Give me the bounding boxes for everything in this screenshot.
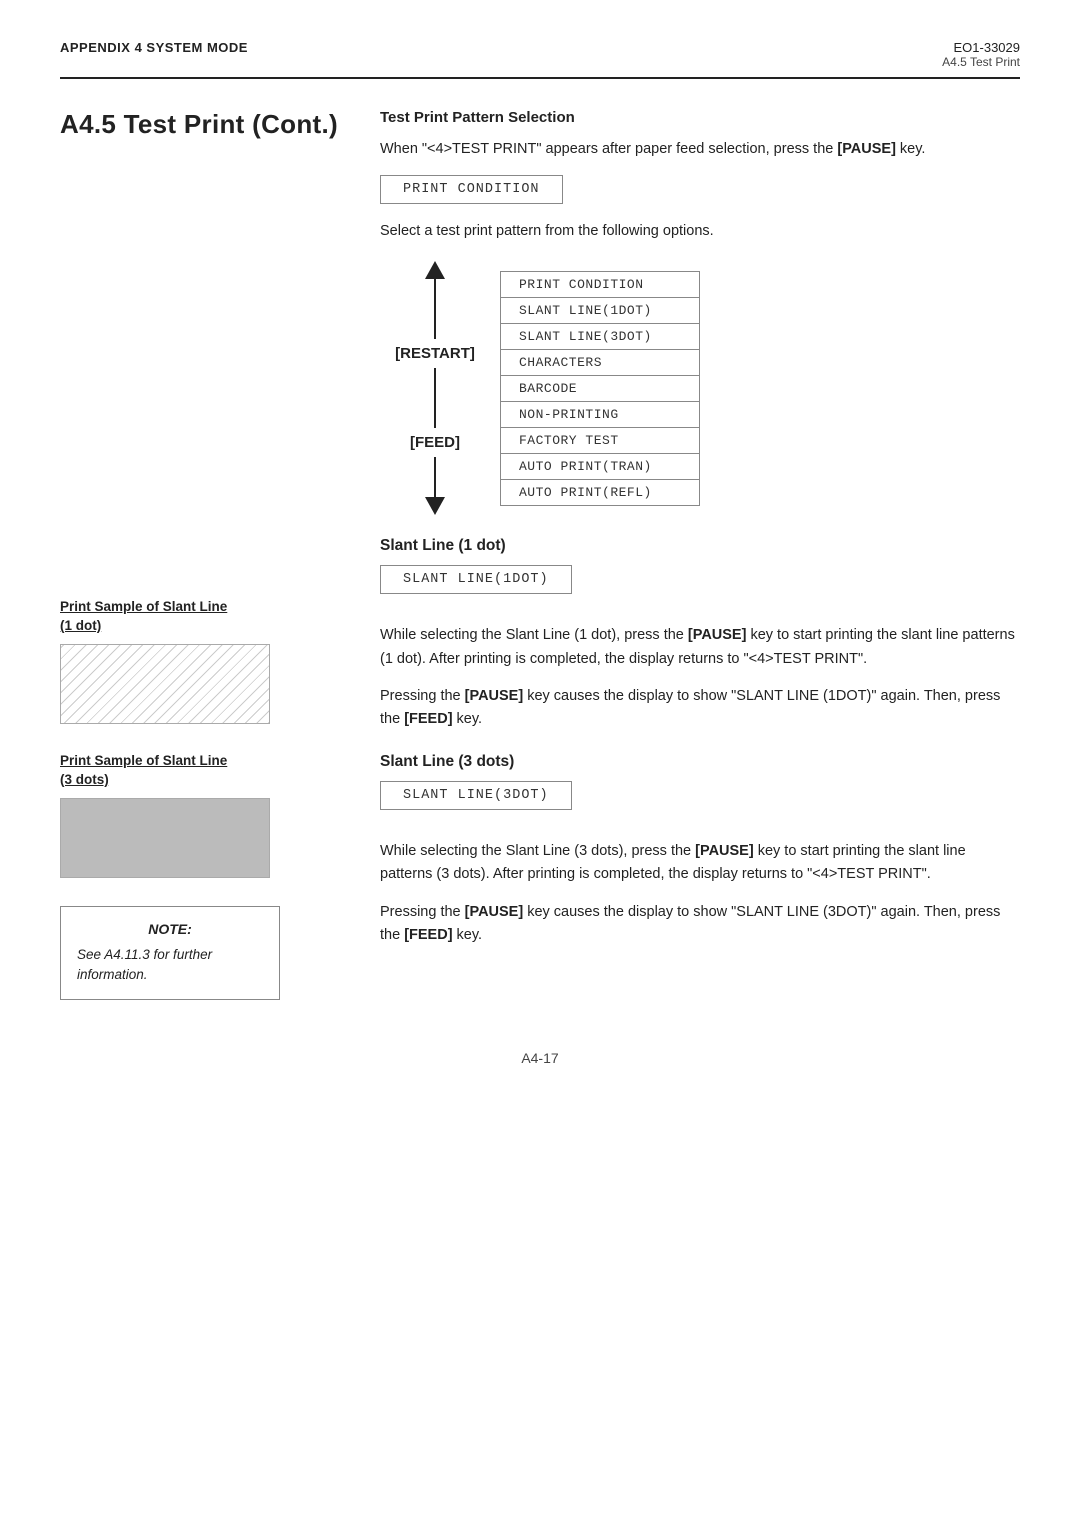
note-box: NOTE: See A4.11.3 for further informatio…: [60, 906, 280, 1001]
slant1-para2: Pressing the [PAUSE] key causes the disp…: [380, 685, 1020, 731]
left-section-1dot: Print Sample of Slant Line (1 dot): [60, 598, 350, 724]
left-column: A4.5 Test Print (Cont.) Print Sample of …: [60, 109, 370, 1000]
nav-line-bottom2: [434, 457, 436, 497]
slant3-para2: Pressing the [PAUSE] key causes the disp…: [380, 901, 1020, 947]
menu-item-8: AUTO PRINT(REFL): [500, 479, 700, 506]
slant3-para1: While selecting the Slant Line (3 dots),…: [380, 840, 1020, 886]
intro-paragraph: When "<4>TEST PRINT" appears after paper…: [380, 138, 1020, 161]
slant3-heading: Slant Line (3 dots): [380, 753, 1020, 771]
slant1-lcd: SLANT LINE(1DOT): [380, 565, 572, 594]
select-text: Select a test print pattern from the fol…: [380, 220, 1020, 243]
test-print-section: Test Print Pattern Selection When "<4>TE…: [380, 109, 1020, 515]
slant3-left-label: Print Sample of Slant Line (3 dots): [60, 752, 350, 790]
appendix-label: APPENDIX 4 SYSTEM MODE: [60, 40, 248, 55]
left-spacer: [60, 168, 350, 598]
menu-item-3: CHARACTERS: [500, 349, 700, 376]
left-section-3dot: Print Sample of Slant Line (3 dots): [60, 752, 350, 878]
main-layout: A4.5 Test Print (Cont.) Print Sample of …: [60, 109, 1020, 1000]
arrow-down-icon: [425, 497, 445, 515]
feed-label: [FEED]: [410, 434, 460, 451]
menu-diagram: [RESTART] [FEED] PRINT CONDITION SLANT L…: [380, 261, 1020, 515]
slant3-lcd: SLANT LINE(3DOT): [380, 781, 572, 810]
restart-label: [RESTART]: [395, 345, 475, 362]
menu-item-4: BARCODE: [500, 375, 700, 402]
slant1-heading: Slant Line (1 dot): [380, 537, 1020, 555]
page-footer: A4-17: [60, 1050, 1020, 1066]
right-column: Test Print Pattern Selection When "<4>TE…: [370, 109, 1020, 1000]
nav-line-mid: [434, 368, 436, 428]
slant1-section: Slant Line (1 dot) SLANT LINE(1DOT) Whil…: [380, 537, 1020, 731]
nav-line-top: [434, 279, 436, 339]
page-title: A4.5 Test Print (Cont.): [60, 109, 350, 140]
slant1-para1: While selecting the Slant Line (1 dot), …: [380, 624, 1020, 670]
slant3-section: Slant Line (3 dots) SLANT LINE(3DOT) Whi…: [380, 753, 1020, 947]
menu-item-0: PRINT CONDITION: [500, 271, 700, 298]
page-header: APPENDIX 4 SYSTEM MODE EO1-33029 A4.5 Te…: [60, 40, 1020, 79]
menu-item-1: SLANT LINE(1DOT): [500, 297, 700, 324]
menu-nav: [RESTART] [FEED]: [380, 261, 490, 515]
test-print-heading: Test Print Pattern Selection: [380, 109, 1020, 126]
slant1-left-label: Print Sample of Slant Line (1 dot): [60, 598, 350, 636]
menu-list: PRINT CONDITION SLANT LINE(1DOT) SLANT L…: [500, 271, 700, 505]
arrow-up-icon: [425, 261, 445, 279]
note-title: NOTE:: [77, 921, 263, 937]
page: APPENDIX 4 SYSTEM MODE EO1-33029 A4.5 Te…: [0, 0, 1080, 1525]
page-number: A4-17: [521, 1050, 558, 1066]
header-right: EO1-33029 A4.5 Test Print: [942, 40, 1020, 69]
menu-item-5: NON-PRINTING: [500, 401, 700, 428]
note-text: See A4.11.3 for further information.: [77, 945, 263, 986]
menu-item-6: FACTORY TEST: [500, 427, 700, 454]
slant3-sample-box: [60, 798, 270, 878]
slant1-sample-box: [60, 644, 270, 724]
doc-id: EO1-33029: [942, 40, 1020, 55]
slant3-pattern: [61, 799, 269, 877]
section-label: A4.5 Test Print: [942, 55, 1020, 69]
slant1-pattern: [61, 645, 269, 723]
menu-item-7: AUTO PRINT(TRAN): [500, 453, 700, 480]
lcd-display-1: PRINT CONDITION: [380, 175, 563, 204]
menu-item-2: SLANT LINE(3DOT): [500, 323, 700, 350]
